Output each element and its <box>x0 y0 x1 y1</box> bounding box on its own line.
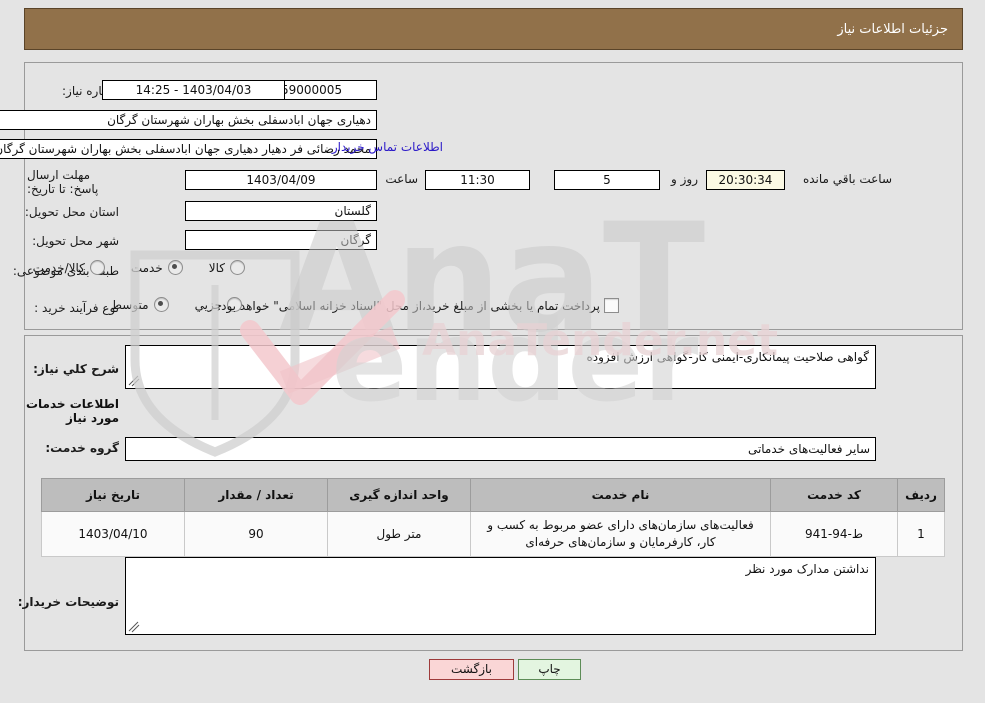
deadline-date-field[interactable]: 1403/04/09 <box>185 170 377 190</box>
cell-row-no: 1 <box>897 511 945 557</box>
service-group-field[interactable]: سایر فعالیت‌های خدماتی <box>125 437 876 461</box>
th-need-date: تاریخ نیاز <box>41 478 185 512</box>
service-group-label: گروه خدمت: <box>45 441 119 455</box>
resize-grip-icon[interactable] <box>128 375 140 387</box>
general-desc-textarea[interactable]: گواهی صلاحیت پیمانکاری-ایمنی کار-گواهی ا… <box>125 345 876 389</box>
deadline-time-field[interactable]: 11:30 <box>425 170 530 190</box>
buyer-notes-value: نداشتن مدارک مورد نظر <box>745 562 869 576</box>
th-service-code: کد خدمت <box>770 478 898 512</box>
category-option-khedmat[interactable]: خدمت <box>131 260 183 275</box>
buyer-contact-link[interactable]: اطلاعات تماس خریدار <box>332 140 443 154</box>
province-field[interactable]: گلستان <box>185 201 377 221</box>
category-option-kala-khedmat[interactable]: کالا/خدمت <box>33 260 105 275</box>
category-option-label-1: خدمت <box>130 260 163 275</box>
buyer-org-field[interactable]: دهیاری جهان ابادسفلی بخش بهاران شهرستان … <box>0 110 377 130</box>
city-label-row: شهر محل تحویل: <box>32 230 119 252</box>
table-row: 1 ط-94-941 فعالیت‌های سازمان‌های دارای ع… <box>41 511 945 557</box>
page-title: جزئیات اطلاعات نیاز <box>837 21 948 37</box>
purchase-type-label: نوع فرآیند خرید : <box>34 301 119 315</box>
treasury-bond-label: پرداخت تمام یا بخشی از مبلغ خرید،از محل … <box>217 299 600 313</box>
deadline-days-field[interactable]: 5 <box>554 170 660 190</box>
purchase-option-label-1: متوسط <box>110 297 149 312</box>
requester-field[interactable]: محمد رضائی فر دهیار دهیاری جهان ابادسفلی… <box>0 139 377 159</box>
th-unit: واحد اندازه گیری <box>327 478 471 512</box>
radio-kala-icon[interactable] <box>230 260 245 275</box>
cell-service-code: ط-94-941 <box>770 511 898 557</box>
public-announce-field[interactable]: 1403/04/03 - 14:25 <box>102 80 285 100</box>
cell-need-date: 1403/04/10 <box>41 511 185 557</box>
resize-grip-icon-notes[interactable] <box>128 621 140 633</box>
need-summary-panel <box>24 62 963 330</box>
deadline-days-label: روز و <box>671 172 698 186</box>
radio-motevaset-icon[interactable] <box>153 297 169 312</box>
treasury-bond-checkbox[interactable] <box>604 298 619 313</box>
city-field[interactable]: گرگان <box>185 230 377 250</box>
deadline-remaining-label: ساعت باقي مانده <box>802 172 892 186</box>
cell-service-name: فعالیت‌های سازمان‌های دارای عضو مربوط به… <box>470 511 771 557</box>
category-option-label-0: کالا <box>208 260 225 275</box>
category-option-label-2: کالا/خدمت <box>32 260 85 275</box>
province-label-row: استان محل تحویل: <box>25 201 119 223</box>
th-quantity: تعداد / مقدار <box>184 478 328 512</box>
purchase-type-label-row: نوع فرآیند خرید : <box>34 297 119 319</box>
buyer-notes-label: توضیحات خریدار: <box>17 595 119 609</box>
th-row-no: ردیف <box>897 478 945 512</box>
th-service-name: نام خدمت <box>470 478 771 512</box>
city-label: شهر محل تحویل: <box>32 234 119 248</box>
print-button[interactable]: چاپ <box>518 659 581 680</box>
back-button[interactable]: بازگشت <box>429 659 514 680</box>
purchase-option-motevaset[interactable]: متوسط <box>111 297 169 312</box>
deadline-countdown-field: 20:30:34 <box>706 170 785 190</box>
category-option-kala[interactable]: کالا <box>209 260 245 275</box>
radio-khedmat-icon[interactable] <box>167 260 183 275</box>
buyer-notes-textarea[interactable]: نداشتن مدارک مورد نظر <box>125 557 876 635</box>
general-desc-label: شرح کلي نیاز: <box>33 362 119 376</box>
page-header: جزئیات اطلاعات نیاز <box>24 8 963 50</box>
radio-kala-khedmat-icon[interactable] <box>89 260 105 275</box>
deadline-label: مهلت ارسال پاسخ: تا تاریخ: <box>27 168 99 196</box>
services-section-title: اطلاعات خدمات مورد نیاز <box>25 397 119 425</box>
general-desc-value: گواهی صلاحیت پیمانکاری-ایمنی کار-گواهی ا… <box>586 350 869 364</box>
province-label: استان محل تحویل: <box>24 205 119 219</box>
services-table: ردیف کد خدمت نام خدمت واحد اندازه گیری ت… <box>41 478 945 557</box>
table-header-row: ردیف کد خدمت نام خدمت واحد اندازه گیری ت… <box>41 478 945 512</box>
category-radio-group: کالا خدمت کالا/خدمت <box>33 260 245 275</box>
cell-quantity: 90 <box>184 511 328 557</box>
deadline-time-label: ساعت <box>385 172 418 186</box>
cell-unit: متر طول <box>327 511 471 557</box>
